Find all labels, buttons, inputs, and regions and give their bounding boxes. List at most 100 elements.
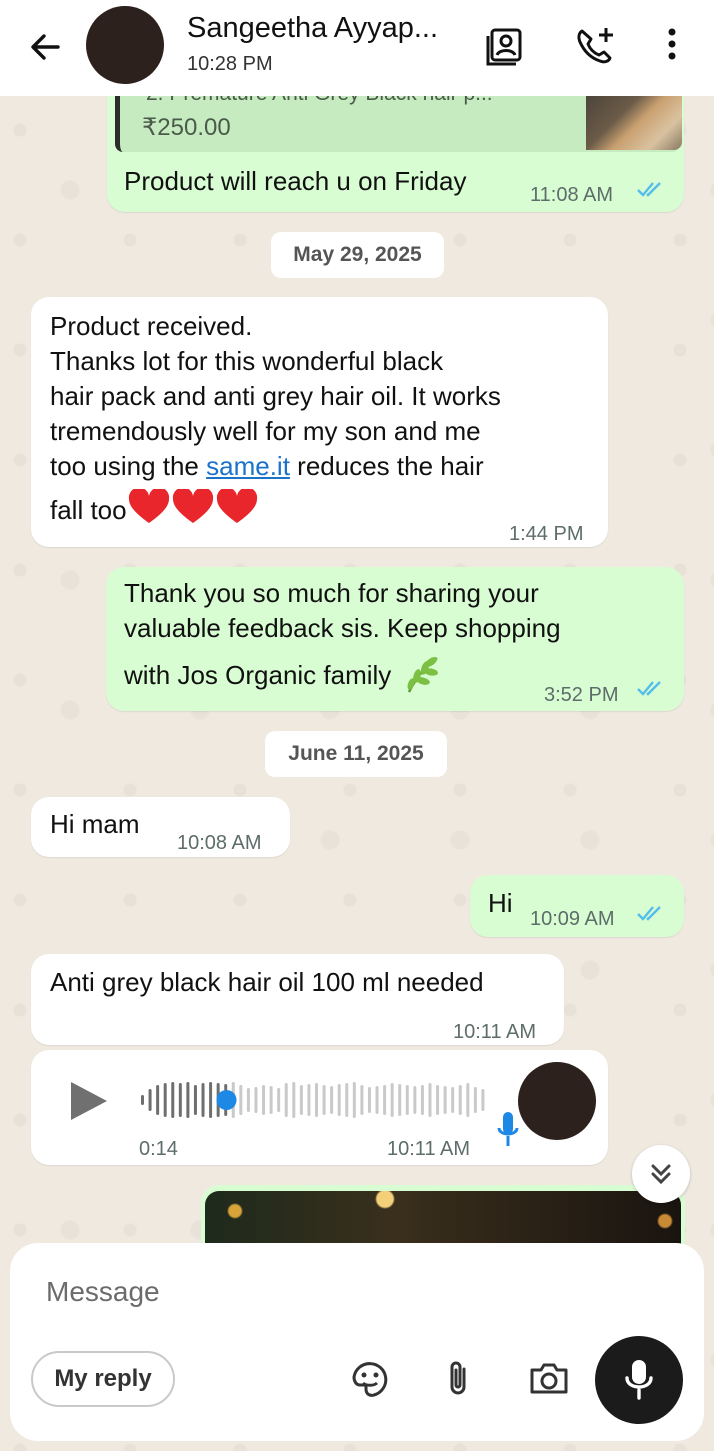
message-line: Product received.: [50, 311, 253, 341]
contact-name[interactable]: Sangeetha Ayyap...: [187, 12, 438, 45]
waveform-bar: [375, 1086, 379, 1114]
play-icon[interactable]: [69, 1080, 109, 1122]
waveform-bar: [269, 1086, 273, 1114]
heart-emoji-icons: [128, 489, 257, 523]
contact-avatar[interactable]: [86, 6, 164, 84]
voice-message[interactable]: 0:14 10:11 AM: [31, 1050, 608, 1165]
my-reply-button[interactable]: My reply: [31, 1351, 175, 1407]
waveform-bar: [299, 1085, 303, 1115]
playback-position-handle[interactable]: [216, 1090, 237, 1110]
waveform-bar: [413, 1086, 417, 1114]
sticker-icon[interactable]: [348, 1357, 392, 1401]
voice-duration: 0:14: [139, 1138, 178, 1160]
waveform-bar: [209, 1082, 213, 1118]
message-time: 10:08 AM: [177, 832, 262, 854]
waveform-bar: [367, 1087, 371, 1113]
message-text-fragment: fall too: [50, 495, 127, 525]
product-price: ₹250.00: [142, 114, 231, 141]
waveform-bar: [481, 1089, 485, 1111]
read-ticks-icon: [637, 182, 661, 197]
add-call-icon[interactable]: [573, 24, 617, 68]
message-line: tremendously well for my son and me: [50, 416, 481, 446]
scroll-to-bottom-button[interactable]: [632, 1145, 690, 1203]
waveform-bar: [193, 1085, 197, 1115]
waveform-bar: [186, 1082, 190, 1118]
message-line: hair pack and anti grey hair oil. It wor…: [50, 381, 501, 411]
waveform-bar: [345, 1083, 349, 1117]
microphone-icon: [497, 1112, 519, 1146]
message-text: Product will reach u on Friday: [124, 166, 467, 196]
message-line: Thank you so much for sharing your: [124, 578, 539, 608]
message-text-fragment: reduces the hair: [289, 451, 484, 481]
more-options-icon[interactable]: [652, 24, 692, 68]
waveform-bar: [315, 1083, 318, 1117]
waveform-bar: [383, 1085, 387, 1115]
message-composer: Message My reply: [10, 1243, 704, 1441]
last-seen-status: 10:28 PM: [187, 53, 273, 75]
incoming-message[interactable]: Anti grey black hair oil 100 ml needed 1…: [31, 954, 564, 1045]
waveform-bar: [292, 1082, 296, 1118]
waveform-bar: [420, 1085, 424, 1115]
waveform-bar: [451, 1087, 455, 1113]
waveform-bar: [436, 1085, 440, 1115]
waveform-bar: [443, 1086, 447, 1114]
waveform-bar: [171, 1082, 175, 1118]
read-ticks-icon: [637, 681, 661, 696]
message-text: Hi: [488, 888, 513, 918]
date-separator: June 11, 2025: [265, 731, 447, 777]
waveform-bar: [458, 1085, 462, 1115]
message-text: Anti grey black hair oil 100 ml needed: [50, 967, 484, 997]
waveform-bar: [352, 1082, 356, 1118]
chat-header: Sangeetha Ayyap... 10:28 PM: [0, 0, 714, 96]
message-time: 10:11 AM: [453, 1021, 537, 1043]
waveform-bar: [466, 1083, 470, 1117]
sender-avatar: [518, 1062, 596, 1140]
waveform-bar: [405, 1085, 409, 1115]
message-time: 1:44 PM: [509, 523, 584, 545]
waveform-bar: [390, 1083, 394, 1117]
waveform-bar: [428, 1083, 432, 1117]
message-time: 10:09 AM: [530, 908, 615, 930]
waveform-bar: [398, 1084, 402, 1116]
camera-icon[interactable]: [527, 1357, 571, 1401]
message-line: fall too: [50, 489, 259, 528]
waveform-bar: [163, 1083, 167, 1117]
attachment-icon[interactable]: [436, 1357, 480, 1401]
waveform-bar: [284, 1083, 288, 1117]
waveform-bar: [178, 1083, 182, 1117]
incoming-message[interactable]: Product received. Thanks lot for this wo…: [31, 297, 608, 547]
message-time: 10:11 AM: [387, 1138, 471, 1160]
waveform-bar: [141, 1095, 144, 1105]
back-arrow-icon[interactable]: [22, 24, 68, 70]
incoming-message[interactable]: Hi mam 10:08 AM: [31, 797, 290, 857]
message-time: 3:52 PM: [544, 684, 619, 706]
message-text-fragment: too using the: [50, 451, 207, 481]
voice-record-button[interactable]: [595, 1336, 683, 1424]
read-ticks-icon: [637, 906, 661, 921]
outgoing-message[interactable]: Thank you so much for sharing your valua…: [106, 567, 684, 711]
waveform-bar: [322, 1085, 326, 1115]
image-preview[interactable]: [205, 1191, 681, 1245]
waveform-bar: [473, 1087, 477, 1113]
herb-emoji-icon: [407, 656, 439, 693]
microphone-icon: [625, 1360, 653, 1400]
outgoing-message[interactable]: Hi 10:09 AM: [470, 875, 684, 937]
message-line: too using the same.it reduces the hair: [50, 449, 484, 484]
waveform-bar: [246, 1088, 250, 1112]
waveform-bar: [254, 1087, 258, 1113]
date-separator: May 29, 2025: [271, 232, 444, 278]
double-chevron-down-icon: [651, 1164, 671, 1185]
message-text: Hi mam: [50, 809, 140, 839]
message-link[interactable]: same.it: [206, 451, 290, 481]
message-line: with Jos Organic family: [124, 654, 445, 694]
message-line: Thanks lot for this wonderful black: [50, 346, 444, 376]
voice-waveform[interactable]: [139, 1077, 487, 1123]
waveform-bar: [156, 1085, 160, 1115]
message-input[interactable]: Message: [46, 1276, 160, 1308]
waveform-bar: [201, 1083, 205, 1117]
waveform-bar: [337, 1084, 341, 1116]
message-text-fragment: with Jos Organic family: [124, 660, 392, 690]
contact-card-icon[interactable]: [484, 24, 528, 68]
waveform-bar: [307, 1084, 311, 1116]
image-message[interactable]: [201, 1185, 685, 1245]
